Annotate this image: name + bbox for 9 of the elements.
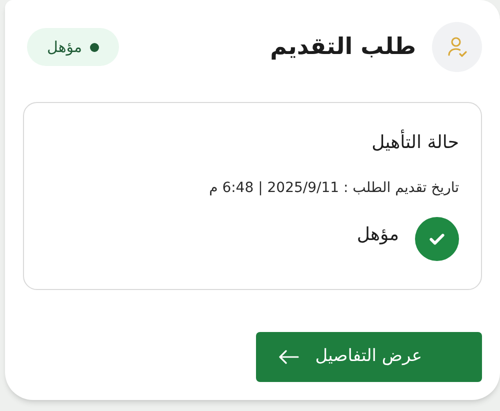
page-title: طلب التقديم bbox=[270, 32, 416, 62]
status-label: مؤهل bbox=[356, 222, 399, 246]
arrow-left-icon bbox=[279, 350, 300, 364]
submission-date: تاريخ تقديم الطلب : 2025/9/11 | 6:48 م bbox=[209, 179, 459, 198]
user-check-icon bbox=[432, 22, 482, 72]
card-title: حالة التأهيل bbox=[372, 129, 459, 156]
details-button[interactable]: عرض التفاصيل bbox=[256, 332, 482, 382]
status-badge: مؤهل bbox=[27, 28, 120, 66]
check-icon bbox=[415, 217, 459, 261]
